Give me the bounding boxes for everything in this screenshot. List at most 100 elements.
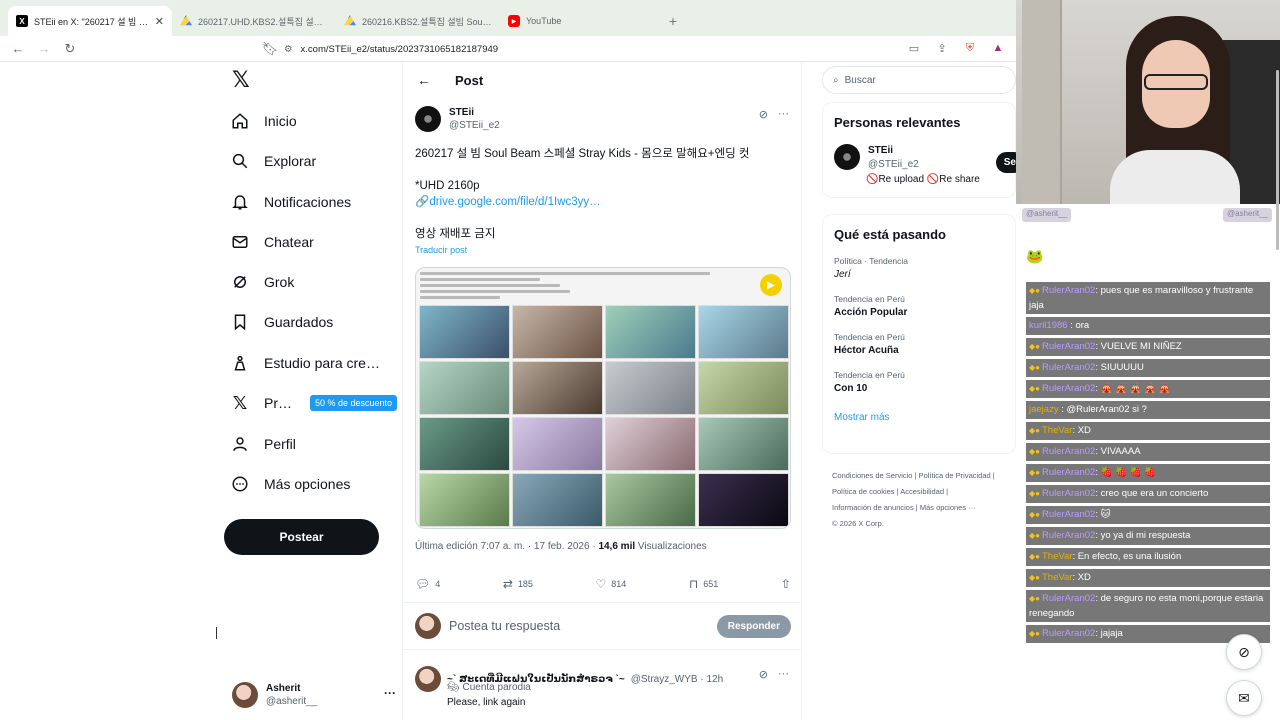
sidebar-item-notificaciones[interactable]: Notificaciones (230, 184, 351, 220)
brave-shield-icon[interactable]: ⛨ (962, 40, 978, 56)
sidebar-item-perfil[interactable]: Perfil (230, 426, 296, 462)
sidebar-item-explorar[interactable]: Explorar (230, 143, 316, 179)
chat-message: ◆● RulerAran02: VUELVE MI NIÑEZ (1026, 338, 1270, 356)
sidebar-item-chatear[interactable]: Chatear (230, 224, 314, 260)
screen-cast-icon[interactable]: ▭ (906, 40, 922, 56)
trend-item[interactable]: Política · Tendencia Jerí (834, 256, 1015, 280)
person-handle[interactable]: @STEii_e2 (868, 158, 919, 172)
brave-rewards-icon[interactable]: ▲ (990, 40, 1006, 56)
author-name[interactable]: STEii (449, 106, 500, 119)
trend-item[interactable]: Tendencia en Perú Con 10 (834, 370, 1015, 394)
thumbnail (419, 473, 510, 527)
search-icon (230, 151, 250, 171)
account-switcher[interactable]: Asherit @asherit__ ··· (232, 678, 402, 712)
sidebar-item-mas-opciones[interactable]: Más opciones (230, 466, 350, 502)
reply-post[interactable]: ~` ສະເດທີ່ມີແຟນໃນເປັນນັກສຳຣວຈ `~ @Strayz… (415, 666, 791, 708)
footer-link-row[interactable]: Política de cookies | Accesibilidad | (832, 484, 1022, 500)
chat-username: RulerAran02 (1041, 362, 1096, 373)
browser-tab[interactable]: ▶ YouTube (500, 6, 660, 36)
avatar[interactable] (834, 144, 860, 170)
bookmark-page-icon[interactable]: 🔖︎ (262, 41, 279, 57)
show-more-link[interactable]: Mostrar más (834, 412, 1015, 423)
trend-item[interactable]: Tendencia en Perú Acción Popular (834, 294, 1015, 318)
chat-username: RulerAran02 (1041, 509, 1096, 520)
more-dots-icon[interactable]: ··· (778, 108, 789, 121)
sidebar-item-grok[interactable]: Grok (230, 264, 294, 300)
badge-icon: ◆● (1029, 447, 1040, 456)
trend-context: Tendencia en Perú (834, 370, 905, 380)
video-thumbnail-grid (419, 305, 789, 527)
drive-icon (344, 15, 356, 26)
post-body: 260217 설 빔 Soul Beam 스페셜 Stray Kids - 몸으… (415, 146, 791, 258)
x-logo-icon[interactable]: 𝕏 (232, 69, 252, 91)
avatar[interactable] (415, 106, 441, 132)
more-dots-icon[interactable]: ··· (778, 668, 789, 681)
link-icon: 🔗 (415, 196, 430, 208)
reply-button[interactable]: Responder (716, 614, 791, 638)
parody-icon: 🎭︎ (447, 682, 463, 693)
site-info-icon[interactable]: ⚙︎ (284, 44, 293, 55)
share-icon[interactable]: ⇪ (934, 40, 950, 56)
forward-arrow-icon[interactable]: → (36, 41, 52, 57)
reply-input[interactable]: Postea tu respuesta (449, 619, 709, 633)
chat-text: : yo ya di mi respuesta (1095, 530, 1191, 541)
browser-tab[interactable]: 260217.UHD.KBS2.설특집 설빔 Soul … (172, 6, 336, 36)
browser-tab-active[interactable]: X STEii en X: "260217 설 빔 Soul Be… ✕ (8, 6, 172, 36)
back-arrow-icon[interactable]: ← (417, 72, 431, 88)
avatar[interactable] (415, 666, 441, 692)
copyright: © 2026 X Corp. (832, 519, 884, 528)
reply-action[interactable]: 💬︎ 4 (415, 574, 440, 594)
chat-username: RulerAran02 (1041, 285, 1096, 296)
share-icon: ⇧ (780, 577, 791, 591)
person-name[interactable]: STEii (868, 144, 919, 158)
grok-icon[interactable]: ⊘ (1226, 634, 1262, 670)
bookmark-action[interactable]: ⊓ 651 (689, 574, 718, 594)
chat-username: TheVar (1041, 551, 1073, 562)
grok-icon[interactable]: ⊘ (759, 668, 768, 681)
reload-icon[interactable]: ↻ (62, 41, 78, 57)
like-action[interactable]: ♡ 814 (596, 574, 627, 594)
play-icon[interactable]: ▶ (760, 274, 782, 296)
sidebar-item-inicio[interactable]: Inicio (230, 103, 297, 139)
sidebar-item-estudio[interactable]: Estudio para cre… (230, 345, 380, 381)
tab-title: 260216.KBS2.설특집 설빔 Soul Beam… (362, 16, 492, 27)
post-media[interactable]: ▶ (415, 267, 791, 529)
chat-message: ◆● RulerAran02: de seguro no esta moni,po… (1026, 590, 1270, 622)
new-tab-icon[interactable]: + (660, 6, 686, 36)
thumbnail (605, 473, 696, 527)
footer-link-row[interactable]: Información de anuncios | Más opciones ·… (832, 500, 1022, 516)
scrollbar[interactable] (1276, 70, 1279, 250)
reply-text: Please, link again (447, 697, 526, 708)
chat-username: kuril1986 (1029, 320, 1068, 331)
sidebar-item-guardados[interactable]: Guardados (230, 304, 333, 340)
messages-icon[interactable]: ✉ (1226, 680, 1262, 716)
home-icon (230, 111, 250, 131)
post-button[interactable]: Postear (224, 519, 379, 555)
chat-message: ◆● RulerAran02: VIVAAAA (1026, 443, 1270, 461)
edit-timestamp[interactable]: Última edición 7:07 a. m. · 17 feb. 2026… (415, 541, 598, 552)
close-tab-icon[interactable]: ✕ (155, 15, 164, 28)
address-bar[interactable]: ⚙︎ x.com/STEii_e2/status/202373106518218… (284, 39, 784, 59)
more-circle-icon (230, 474, 250, 494)
post-link[interactable]: drive.google.com/file/d/1Iwc3yy… (429, 196, 600, 208)
relevant-person[interactable]: STEii @STEii_e2 (834, 144, 1015, 172)
x-premium-icon: 𝕏 (232, 392, 248, 413)
sidebar-item-premium[interactable]: 𝕏 Pr… 50 % de descuento (230, 385, 398, 421)
thumbnail (512, 305, 603, 359)
share-action[interactable]: ⇧ (781, 574, 791, 594)
reply-author-handle[interactable]: @Strayz_WYB · 12h (631, 674, 723, 685)
footer-link-row[interactable]: Condiciones de Servicio | Política de Pr… (832, 468, 1022, 484)
author-handle[interactable]: @STEii_e2 (449, 119, 500, 132)
translate-link[interactable]: Traducir post (415, 242, 791, 258)
grok-icon[interactable]: ⊘ (759, 108, 768, 121)
trend-item[interactable]: Tendencia en Perú Héctor Acuña (834, 332, 1015, 356)
back-arrow-icon[interactable]: ← (10, 41, 26, 57)
repost-action[interactable]: ⇄ 185 (503, 574, 533, 594)
post-author[interactable]: STEii @STEii_e2 (415, 106, 500, 132)
search-input[interactable]: ⌕ Buscar (822, 66, 1016, 94)
browser-tab[interactable]: 260216.KBS2.설특집 설빔 Soul Beam… (336, 6, 500, 36)
chat-username: RulerAran02 (1041, 446, 1096, 457)
relevant-people-panel: Personas relevantes STEii @STEii_e2 🚫Re … (822, 102, 1016, 198)
more-dots-icon[interactable]: ··· (384, 686, 396, 700)
post-text-line: *UHD 2160p (415, 180, 480, 192)
